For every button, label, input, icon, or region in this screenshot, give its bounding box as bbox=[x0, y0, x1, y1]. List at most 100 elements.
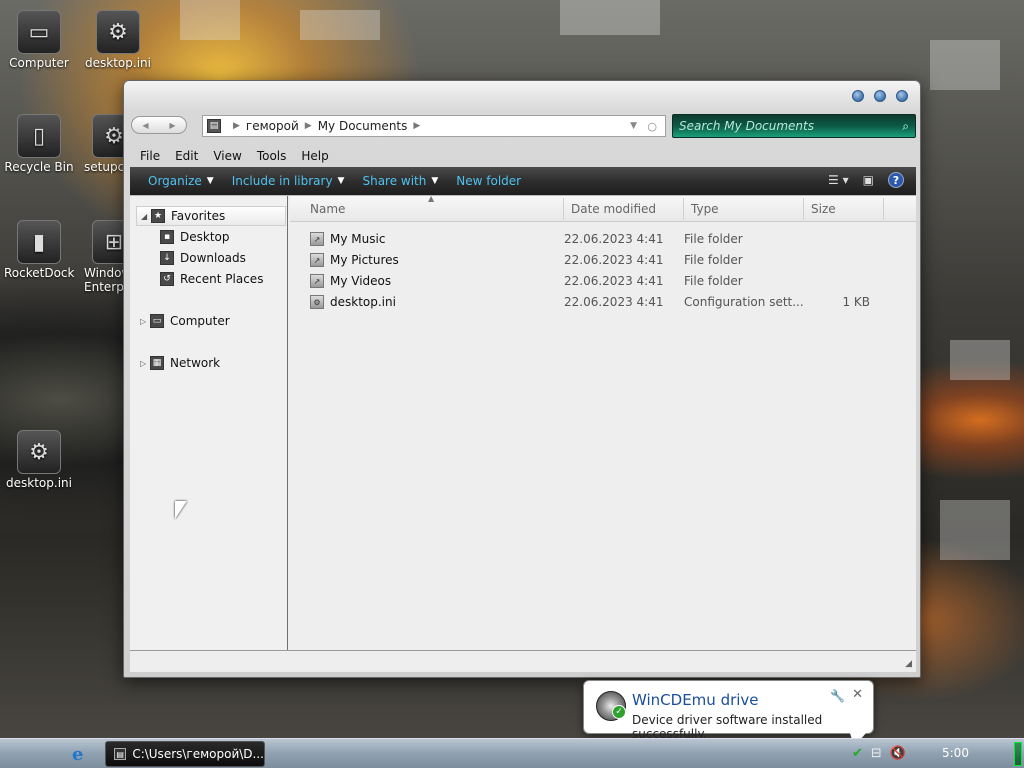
column-header-name[interactable]: Name bbox=[310, 202, 345, 216]
desktop-icon-desktop-ini-2[interactable]: ⚙ desktop.ini bbox=[4, 430, 74, 490]
address-bar[interactable]: ▤ ▶ геморой ▶ My Documents ▶ ▼ ○ bbox=[202, 115, 666, 137]
notification-balloon[interactable]: ✓ WinCDEmu drive Device driver software … bbox=[583, 680, 874, 747]
chevron-right-icon[interactable]: ▶ bbox=[305, 121, 312, 131]
menu-file[interactable]: File bbox=[140, 149, 160, 163]
settings-file-icon: ⚙ bbox=[310, 295, 324, 309]
mouse-cursor-icon bbox=[175, 501, 187, 519]
nav-label: Downloads bbox=[180, 251, 246, 265]
expand-triangle-icon[interactable]: ▷ bbox=[140, 317, 150, 326]
nav-recent-places[interactable]: ↺ Recent Places bbox=[160, 272, 263, 286]
column-divider[interactable] bbox=[883, 198, 884, 220]
close-icon[interactable]: ✕ bbox=[852, 687, 863, 702]
new-folder-button[interactable]: New folder bbox=[456, 174, 521, 188]
system-tray: ✔ ⊟ 🔇 bbox=[852, 746, 906, 761]
desktop-icon-computer[interactable]: ▭ Computer bbox=[4, 10, 74, 70]
file-type: Configuration sett... bbox=[684, 295, 804, 309]
wallpaper-tile bbox=[940, 500, 1010, 560]
nav-computer[interactable]: ▷ ▭ Computer bbox=[140, 314, 230, 328]
network-icon: ▦ bbox=[150, 356, 164, 370]
folder-shortcut-icon: ↗ bbox=[310, 232, 324, 246]
file-row-my-music[interactable]: ↗ My Music 22.06.2023 4:41 File folder bbox=[304, 229, 900, 250]
expand-triangle-icon[interactable]: ◢ bbox=[141, 212, 151, 221]
volume-muted-icon[interactable]: 🔇 bbox=[890, 746, 906, 761]
include-in-library-button[interactable]: Include in library ▼ bbox=[232, 174, 345, 188]
column-header-size[interactable]: Size bbox=[811, 202, 836, 216]
search-icon[interactable]: ⌕ bbox=[902, 119, 909, 134]
column-headers: ▲ Name Date modified Type Size bbox=[290, 194, 916, 222]
wrench-icon[interactable]: 🔧 bbox=[830, 689, 845, 703]
explorer-window-icon: ▤ bbox=[114, 748, 127, 760]
chevron-right-icon[interactable]: ▶ bbox=[233, 121, 240, 131]
help-icon[interactable]: ? bbox=[888, 172, 904, 188]
menu-help[interactable]: Help bbox=[301, 149, 328, 163]
refresh-icon[interactable]: ○ bbox=[647, 120, 657, 133]
new-folder-label: New folder bbox=[456, 174, 522, 188]
desktop-icon-label: desktop.ini bbox=[85, 56, 151, 70]
file-row-my-pictures[interactable]: ↗ My Pictures 22.06.2023 4:41 File folder bbox=[304, 250, 900, 271]
file-date: 22.06.2023 4:41 bbox=[564, 253, 664, 267]
minimize-button[interactable] bbox=[852, 90, 864, 102]
chevron-down-icon: ▼ bbox=[206, 176, 214, 186]
share-with-label: Share with bbox=[362, 174, 427, 188]
chevron-down-icon[interactable]: ▼ bbox=[630, 121, 637, 131]
windows-icon: ⊞ bbox=[92, 220, 124, 264]
desktop-icon-label: desktop.ini bbox=[6, 476, 72, 490]
back-arrow-icon[interactable]: ◀ bbox=[142, 121, 148, 130]
chevron-right-icon[interactable]: ▶ bbox=[413, 121, 420, 131]
navigation-pane: ◢ ★ Favorites ▪ Desktop ↓ Downloads ↺ Re… bbox=[130, 196, 288, 651]
nav-label: Desktop bbox=[180, 230, 230, 244]
back-forward-buttons[interactable]: ◀ ▶ bbox=[131, 116, 187, 134]
search-box[interactable]: ⌕ bbox=[672, 114, 916, 138]
file-date: 22.06.2023 4:41 bbox=[564, 295, 664, 309]
file-name: desktop.ini bbox=[330, 295, 396, 309]
file-row-my-videos[interactable]: ↗ My Videos 22.06.2023 4:41 File folder bbox=[304, 271, 900, 292]
balloon-title: WinCDEmu drive bbox=[632, 691, 759, 709]
balloon-message: Device driver software installed success… bbox=[632, 713, 823, 741]
preview-pane-icon[interactable]: ▣ bbox=[863, 173, 874, 187]
column-header-date[interactable]: Date modified bbox=[571, 202, 656, 216]
clock[interactable]: 5:00 bbox=[942, 746, 969, 760]
chevron-down-icon: ▼ bbox=[337, 176, 345, 186]
nav-network[interactable]: ▷ ▦ Network bbox=[140, 356, 220, 370]
search-input[interactable] bbox=[673, 115, 883, 137]
column-divider[interactable] bbox=[563, 198, 564, 220]
nav-desktop[interactable]: ▪ Desktop bbox=[160, 230, 230, 244]
view-options-icon[interactable]: ☰ ▾ bbox=[828, 173, 849, 187]
device-installed-icon[interactable]: ✔ bbox=[852, 746, 863, 761]
resize-grip-icon[interactable]: ◢ bbox=[905, 659, 912, 669]
menu-tools[interactable]: Tools bbox=[257, 149, 287, 163]
forward-arrow-icon[interactable]: ▶ bbox=[169, 121, 175, 130]
close-button[interactable] bbox=[896, 90, 908, 102]
nav-downloads[interactable]: ↓ Downloads bbox=[160, 251, 246, 265]
desktop-icon-recycle-bin[interactable]: ▯ Recycle Bin bbox=[4, 114, 74, 174]
menu-view[interactable]: View bbox=[213, 149, 241, 163]
include-in-library-label: Include in library bbox=[231, 174, 333, 188]
file-list-pane: ▲ Name Date modified Type Size ↗ My Music… bbox=[290, 194, 916, 651]
wallpaper-tile bbox=[180, 0, 240, 40]
desktop-icon-windows[interactable]: ⊞ Window Enterpr bbox=[84, 220, 124, 294]
maximize-button[interactable] bbox=[874, 90, 886, 102]
desktop-icon-rocketdock[interactable]: ▮ RocketDock bbox=[4, 220, 74, 280]
expand-triangle-icon[interactable]: ▷ bbox=[140, 359, 150, 368]
column-header-type[interactable]: Type bbox=[691, 202, 719, 216]
breadcrumb-user[interactable]: геморой bbox=[246, 119, 299, 133]
file-row-desktop-ini[interactable]: ⚙ desktop.ini 22.06.2023 4:41 Configurati… bbox=[304, 292, 900, 313]
internet-explorer-icon[interactable]: e bbox=[72, 744, 92, 765]
nav-favorites[interactable]: ◢ ★ Favorites bbox=[136, 206, 286, 226]
column-divider[interactable] bbox=[803, 198, 804, 220]
folder-shortcut-icon: ↗ bbox=[310, 274, 324, 288]
window-controls bbox=[852, 90, 908, 102]
column-divider[interactable] bbox=[683, 198, 684, 220]
menu-edit[interactable]: Edit bbox=[175, 149, 198, 163]
organize-button[interactable]: Organize ▼ bbox=[148, 174, 214, 188]
taskbar-explorer-button[interactable]: ▤ C:\Users\геморой\D... bbox=[105, 741, 265, 767]
menu-bar: File Edit View Tools Help bbox=[130, 145, 916, 167]
share-with-button[interactable]: Share with ▼ bbox=[362, 174, 438, 188]
checkmark-icon: ✓ bbox=[612, 705, 626, 719]
content-area: ◢ ★ Favorites ▪ Desktop ↓ Downloads ↺ Re… bbox=[130, 194, 916, 651]
taskbar: e ▤ C:\Users\геморой\D... ✔ ⊟ 🔇 5:00 bbox=[0, 738, 1024, 768]
show-desktop-button[interactable] bbox=[1014, 742, 1022, 766]
network-tray-icon[interactable]: ⊟ bbox=[871, 746, 882, 761]
breadcrumb-my-documents[interactable]: My Documents bbox=[318, 119, 408, 133]
desktop-icon-desktop-ini[interactable]: ⚙ desktop.ini bbox=[83, 10, 153, 70]
